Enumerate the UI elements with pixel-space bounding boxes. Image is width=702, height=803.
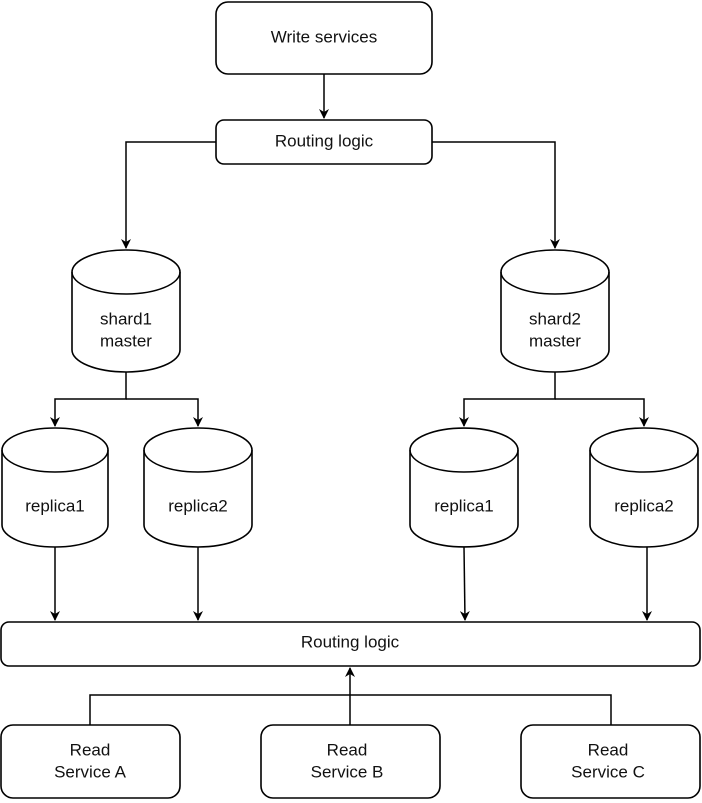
- read-service-c-node: Read Service C: [520, 724, 701, 799]
- arrow-shard1-to-replica1: [50, 372, 127, 427]
- arrow-routing-to-shard1: [121, 141, 216, 249]
- shard2-replica2-db: replica2: [589, 427, 699, 548]
- shard2-replica2-label: replica2: [614, 496, 674, 515]
- read-service-b-line1: Read: [327, 740, 368, 759]
- top-routing-label: Routing logic: [275, 131, 374, 150]
- read-service-a-line2: Service A: [54, 762, 126, 781]
- write-services-node: Write services: [215, 1, 433, 75]
- shard1-master-db: shard1 master: [71, 249, 181, 373]
- bottom-routing-node: Routing logic: [0, 621, 701, 667]
- bottom-routing-label: Routing logic: [301, 632, 400, 651]
- shard2-label-line2: master: [529, 331, 581, 350]
- read-service-a-node: Read Service A: [0, 724, 181, 799]
- arrow-shard2-to-replica2: [555, 398, 649, 427]
- read-service-b-line2: Service B: [311, 762, 384, 781]
- shard1-replica2-db: replica2: [143, 427, 253, 548]
- shard1-replica1-label: replica1: [25, 496, 85, 515]
- shard2-replica1-db: replica1: [409, 427, 519, 548]
- read-service-c-line1: Read: [588, 740, 629, 759]
- sharding-diagram: Write services Routing logic shard1 mast…: [0, 1, 701, 799]
- read-service-b-node: Read Service B: [260, 724, 441, 799]
- shard2-master-db: shard2 master: [500, 249, 610, 373]
- read-service-c-line2: Service C: [571, 762, 645, 781]
- arrow-routing-to-shard2: [432, 141, 560, 249]
- shard2-label-line1: shard2: [529, 309, 581, 328]
- shard1-label-line1: shard1: [100, 309, 152, 328]
- shard2-replica1-label: replica1: [434, 496, 494, 515]
- top-routing-node: Routing logic: [215, 119, 433, 165]
- arrow-shard1-to-replica2: [126, 398, 203, 427]
- shard1-replica2-label: replica2: [168, 496, 228, 515]
- read-service-a-line1: Read: [70, 740, 111, 759]
- shard1-label-line2: master: [100, 331, 152, 350]
- shard1-replica1-db: replica1: [1, 427, 109, 548]
- arrow-replica-to-routing: [459, 546, 470, 621]
- arrow-shard2-to-replica1: [459, 372, 556, 427]
- write-services-label: Write services: [271, 27, 377, 46]
